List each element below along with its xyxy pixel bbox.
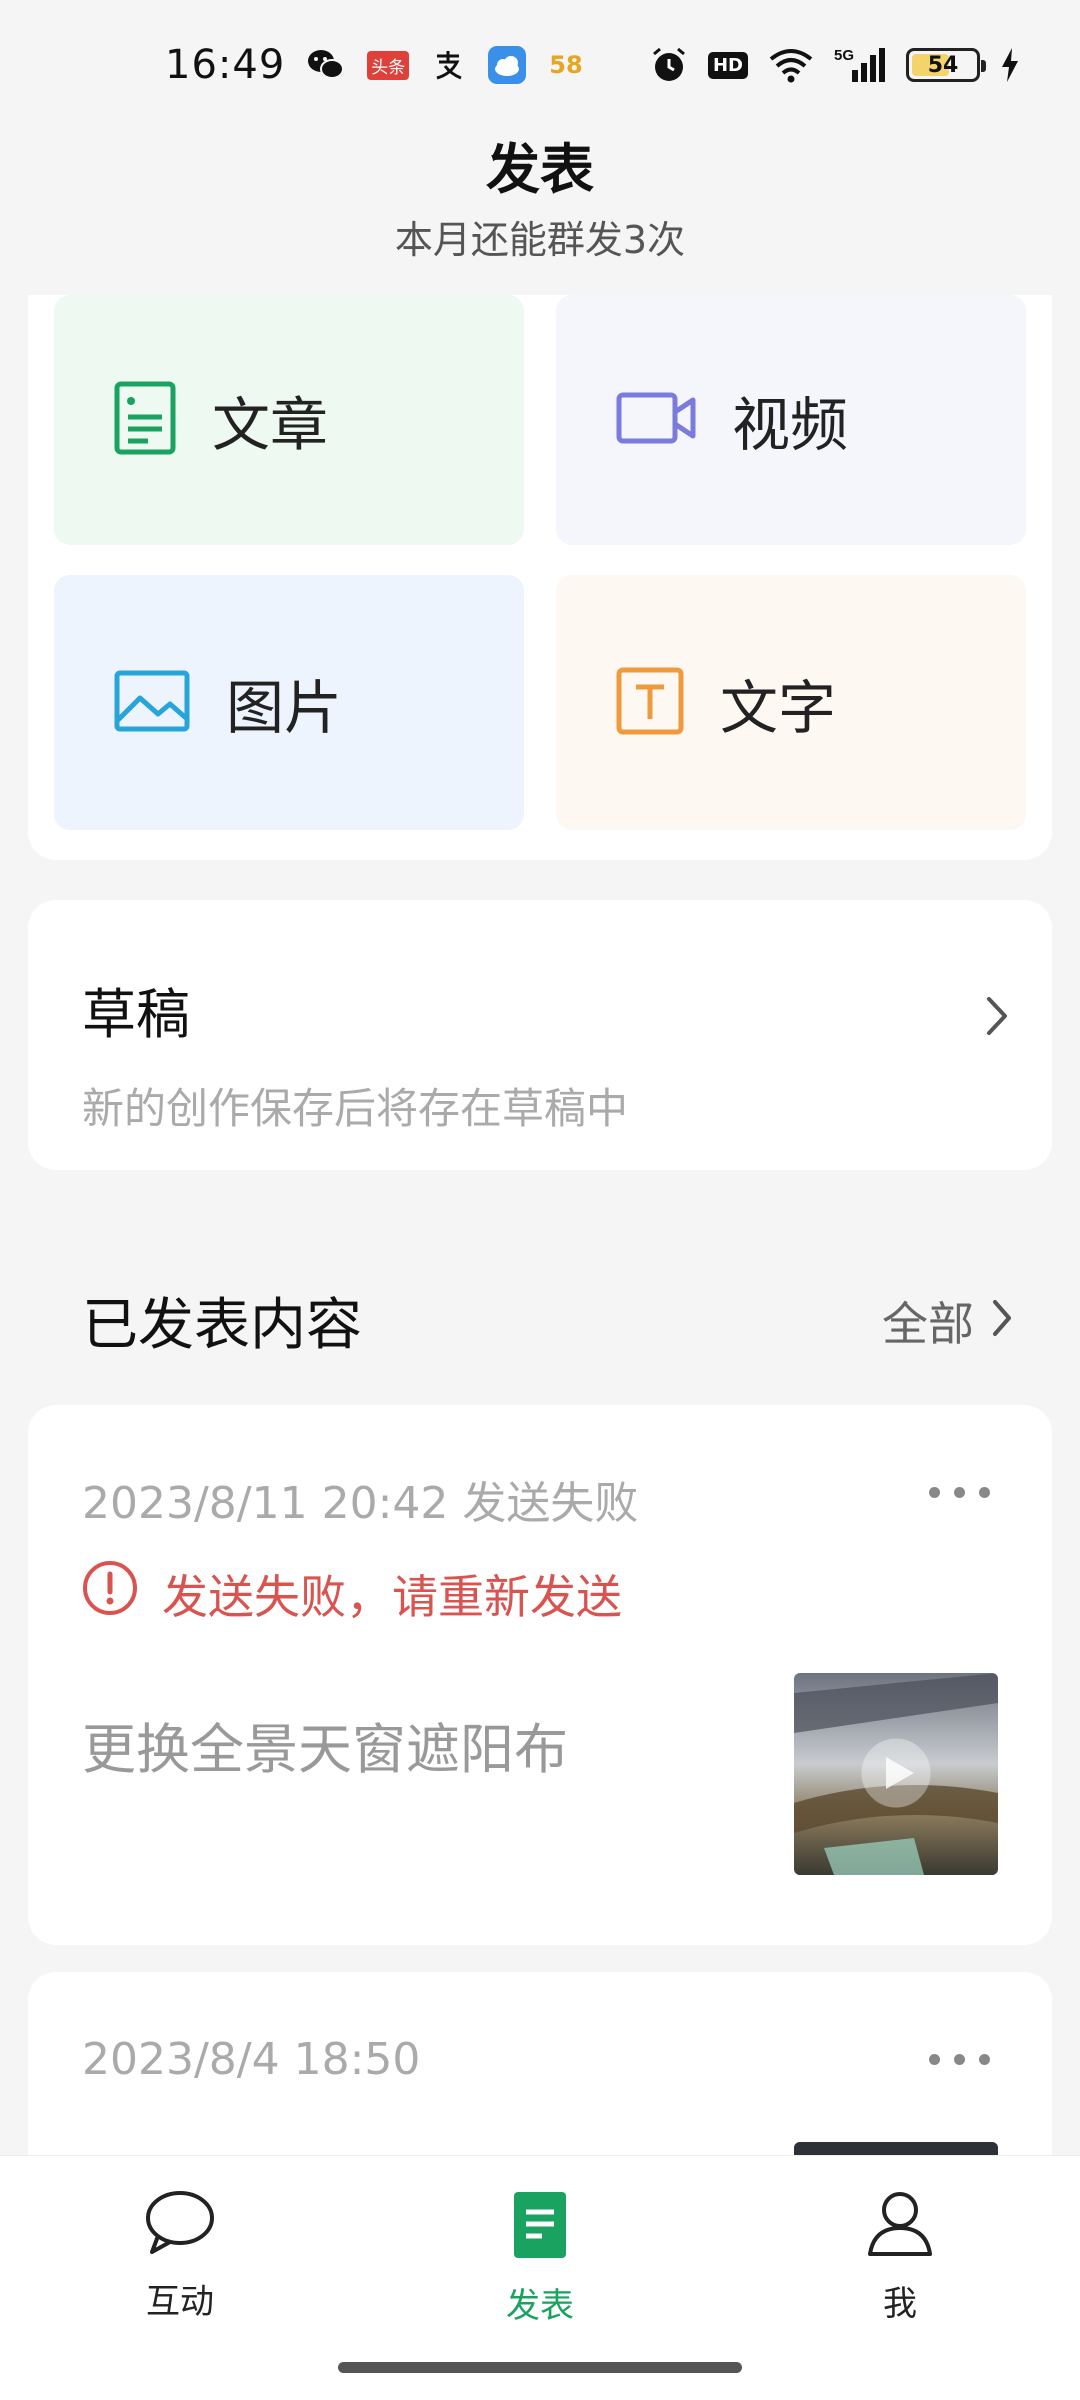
more-options-icon[interactable] — [929, 2054, 990, 2065]
video-thumbnail[interactable] — [794, 1673, 998, 1875]
create-text-button[interactable]: 文字 — [556, 575, 1026, 830]
drafts-card[interactable]: 草稿 新的创作保存后将存在草稿中 — [28, 900, 1052, 1170]
image-icon — [114, 670, 190, 736]
create-video-label: 视频 — [732, 391, 849, 459]
nav-label: 我 — [883, 2284, 917, 2324]
page-header: 发表 本月还能群发3次 — [0, 135, 1080, 264]
published-title: 已发表内容 — [82, 1293, 362, 1358]
post-card[interactable]: 2023/8/11 20:42 发送失败 发送失败，请重新发送 更换全景天窗遮阳… — [28, 1405, 1052, 1945]
create-card: 文章 视频 图片 文字 — [28, 295, 1052, 860]
hd-icon: HD — [707, 51, 748, 79]
wechat-icon — [307, 48, 345, 82]
chat-bubble-icon — [144, 2190, 216, 2260]
error-icon — [82, 1560, 138, 1627]
toutiao-icon: 头条 — [367, 50, 410, 80]
published-all-link[interactable]: 全部 — [882, 1288, 1012, 1354]
chevron-right-icon — [992, 1294, 1012, 1348]
post-meta: 2023/8/11 20:42 发送失败 — [82, 1478, 639, 1529]
nav-tab-interact[interactable]: 互动 — [80, 2190, 280, 2323]
svg-text:5G: 5G — [834, 47, 854, 64]
alarm-icon — [650, 46, 688, 84]
drafts-title: 草稿 — [82, 983, 190, 1046]
chevron-right-icon — [986, 996, 1008, 1040]
charging-icon — [1000, 47, 1020, 83]
nav-tab-me[interactable]: 我 — [800, 2190, 1000, 2325]
post-text: 更换全景天窗遮阳布 — [82, 1718, 568, 1781]
more-options-icon[interactable] — [929, 1487, 990, 1498]
status-bar: 16:49 头条 58 HD 5G 54 — [0, 0, 1080, 130]
publish-icon — [512, 2190, 568, 2264]
published-header: 已发表内容 全部 — [82, 1280, 1012, 1361]
wifi-icon — [768, 47, 814, 83]
nav-tab-publish[interactable]: 发表 — [440, 2190, 640, 2327]
post-meta: 2023/8/4 18:50 — [82, 2034, 421, 2085]
create-article-button[interactable]: 文章 — [54, 295, 524, 545]
signal-icon: 5G — [834, 46, 886, 84]
create-video-button[interactable]: 视频 — [556, 295, 1026, 545]
alipay-icon — [431, 48, 465, 82]
video-icon — [616, 392, 696, 448]
create-image-button[interactable]: 图片 — [54, 575, 524, 830]
nav-label: 发表 — [506, 2286, 574, 2326]
create-article-label: 文章 — [212, 391, 329, 459]
58-icon: 58 — [549, 51, 583, 79]
drafts-description: 新的创作保存后将存在草稿中 — [82, 1084, 629, 1133]
weather-icon — [487, 45, 527, 85]
battery-level: 54 — [927, 52, 959, 78]
published-all-label: 全部 — [882, 1296, 974, 1351]
post-error[interactable]: 发送失败，请重新发送 — [82, 1560, 622, 1627]
article-icon — [114, 381, 176, 459]
text-icon — [616, 667, 684, 739]
status-time: 16:49 — [165, 42, 286, 88]
nav-label: 互动 — [146, 2282, 214, 2322]
battery-icon: 54 — [906, 48, 986, 82]
create-text-label: 文字 — [720, 673, 837, 742]
home-indicator[interactable] — [338, 2362, 742, 2373]
page-title: 发表 — [486, 138, 594, 201]
person-icon — [866, 2190, 934, 2262]
post-error-text: 发送失败，请重新发送 — [162, 1569, 622, 1624]
create-image-label: 图片 — [226, 673, 343, 742]
page-subtitle: 本月还能群发3次 — [394, 218, 686, 262]
